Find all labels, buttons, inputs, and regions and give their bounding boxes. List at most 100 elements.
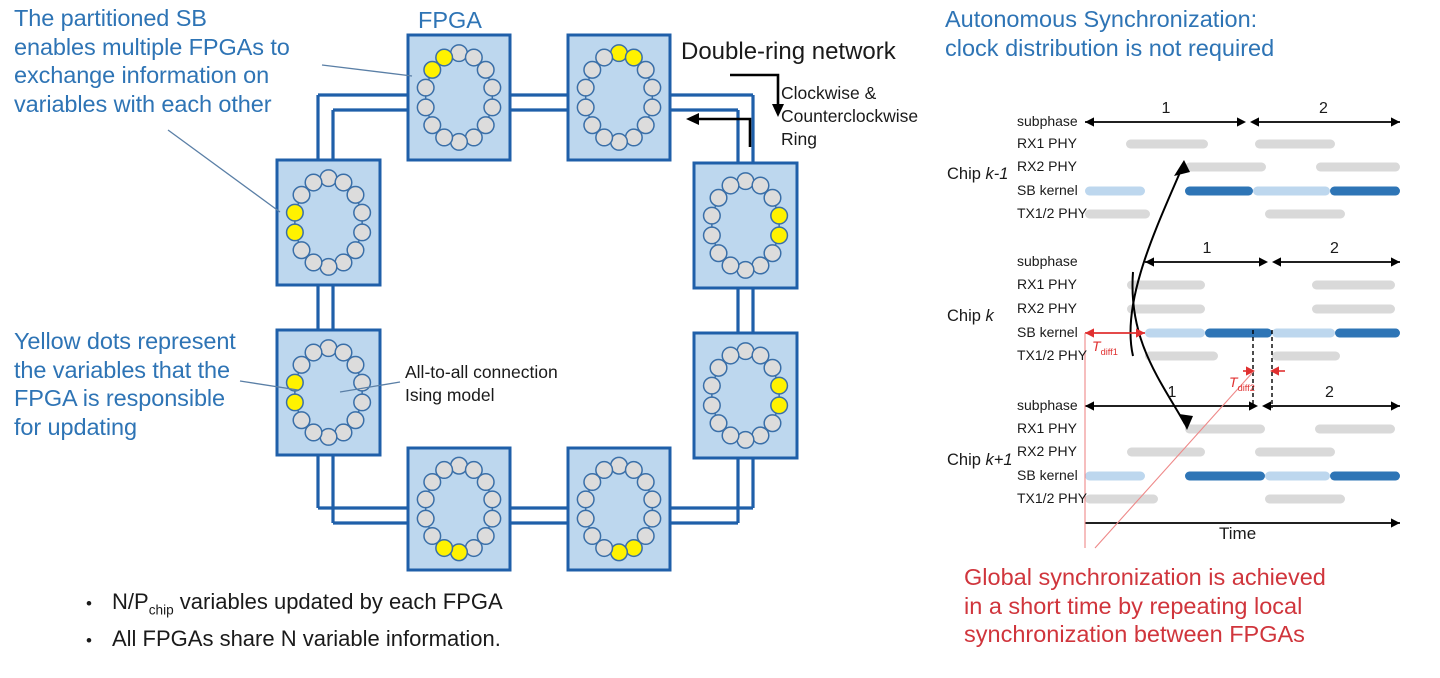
ising-variable-node (609, 132, 629, 151)
ising-variable-node (702, 376, 721, 395)
fpga-box-bottom-left[interactable] (406, 446, 512, 572)
timing-row-label: SB kernel (1017, 182, 1078, 198)
label-double-ring-network: Double-ring network (681, 38, 896, 65)
ising-variable-node (292, 241, 311, 260)
ising-variable-node (636, 472, 655, 492)
fpga-box-top-left[interactable] (406, 33, 512, 162)
ising-variable-node (643, 490, 662, 509)
ising-variable-node-highlighted (285, 223, 304, 242)
ising-variable-node-highlighted (770, 396, 789, 415)
ising-variable-node-highlighted (285, 203, 304, 222)
leader-line-yellow-top (167, 129, 281, 213)
ising-variable-node (353, 393, 372, 412)
bullet-text-tail: variables updated by each FPGA (173, 589, 503, 614)
ising-variable-node (416, 98, 435, 117)
timing-row-label: subphase (1017, 397, 1078, 413)
ising-variable-node (346, 185, 365, 204)
ising-variable-node (576, 98, 595, 117)
bullet-text: All FPGAs share N variable information. (112, 626, 501, 652)
ising-variable-node (751, 256, 770, 275)
timing-row-label: SB kernel (1017, 324, 1078, 340)
chip-label: Chip k-1 (947, 165, 1009, 183)
ising-variable-node (721, 346, 740, 365)
ising-variable-node (736, 260, 755, 279)
ising-variable-node (702, 206, 721, 225)
ising-variable-node (423, 116, 442, 135)
bullet-item: • All FPGAs share N variable information. (86, 626, 503, 652)
ising-variable-node (423, 526, 442, 546)
heading-autonomous-synchronization: Autonomous Synchronization: clock distri… (945, 6, 1275, 61)
bullet-marker-icon: • (86, 594, 92, 613)
bullet-text-main: All FPGAs share N variable information. (112, 626, 501, 652)
ising-variable-node (709, 414, 728, 433)
ising-variable-node (435, 460, 454, 480)
ising-variable-node (353, 203, 372, 222)
arrow-counterclockwise-head (686, 113, 699, 125)
ising-variable-node (483, 98, 502, 117)
ising-variable-node (449, 44, 469, 63)
ising-variable-node (643, 78, 662, 97)
ising-variable-node (334, 423, 353, 442)
fpga-box-right-lower[interactable] (692, 331, 799, 460)
timing-row-label: RX2 PHY (1017, 443, 1077, 459)
ising-variable-node (595, 48, 614, 67)
ising-variable-node (319, 257, 338, 276)
ising-variable-node (304, 173, 323, 192)
ising-variable-node (763, 358, 782, 377)
arrow-counterclockwise-path (699, 117, 752, 147)
fpga-box-bottom-right[interactable] (566, 446, 672, 572)
ising-variable-node (751, 426, 770, 445)
bullet-text: N/Pchip variables updated by each FPGA (112, 589, 503, 617)
timing-row-label: subphase (1017, 253, 1078, 269)
ising-variable-node (319, 427, 338, 446)
ising-variable-node (464, 128, 483, 147)
fpga-box-group (275, 33, 799, 572)
ising-variable-node (736, 430, 755, 449)
subphase-number-2: 2 (1330, 240, 1339, 257)
timing-row-label: RX1 PHY (1017, 135, 1077, 151)
subphase-number-1: 1 (1202, 240, 1212, 257)
ising-variable-node (576, 78, 595, 97)
fpga-box-right-upper[interactable] (692, 161, 799, 290)
timing-row-label: RX2 PHY (1017, 300, 1077, 316)
ising-variable-node (643, 98, 662, 117)
ising-variable-node (763, 188, 782, 207)
ising-variable-node-highlighted (449, 543, 469, 562)
heading-global-synchronization: Global synchronization is achieved in a … (964, 564, 1326, 648)
ising-variable-node (624, 128, 643, 147)
fpga-box-top-right[interactable] (566, 33, 672, 162)
ising-variable-node (643, 509, 662, 528)
bullet-list: • N/Pchip variables updated by each FPGA •… (86, 589, 503, 661)
timing-diagram-text-layer: 1 2 subphase RX1 PHY RX2 PHY SB kernel TX1/2 P… (940, 95, 1440, 555)
ising-variable-node (476, 60, 495, 79)
fpga-box-left-upper[interactable] (275, 158, 382, 287)
ising-variable-node (709, 244, 728, 263)
ising-variable-node (449, 456, 469, 475)
ising-variable-node (736, 342, 755, 361)
label-all-to-all-ising-model: All-to-all connection Ising model (405, 362, 558, 406)
ising-variable-node (736, 172, 755, 191)
tdiff2-label: Tdiff2 (1229, 374, 1255, 393)
bullet-marker-icon: • (86, 631, 92, 651)
ising-variable-node-highlighted (770, 376, 789, 395)
ising-variable-node (636, 60, 655, 79)
callout-yellow-dots: Yellow dots represent the variables that… (14, 328, 236, 440)
timing-row-label: TX1/2 PHY (1017, 347, 1088, 363)
subphase-number-1: 1 (1161, 100, 1171, 117)
ising-variable-node (319, 169, 338, 188)
ising-variable-node (583, 116, 602, 135)
label-clockwise-counterclockwise-ring: Clockwise & Counterclockwise Ring (781, 83, 919, 150)
ising-variable-node (416, 509, 435, 528)
ising-variable-node (583, 526, 602, 546)
ring-wires (316, 93, 755, 525)
bullet-text-subscript: chip (148, 602, 174, 618)
ising-variable-node (576, 490, 595, 509)
timing-row-label: TX1/2 PHY (1017, 490, 1088, 506)
ising-variable-node-highlighted (609, 543, 629, 562)
ising-variable-node (576, 509, 595, 528)
ising-variable-node (416, 490, 435, 509)
ising-variable-node (319, 339, 338, 358)
bullet-text-main: N/P (112, 589, 149, 614)
subphase-number-1: 1 (1167, 384, 1177, 401)
ising-variable-node-highlighted (770, 226, 789, 245)
